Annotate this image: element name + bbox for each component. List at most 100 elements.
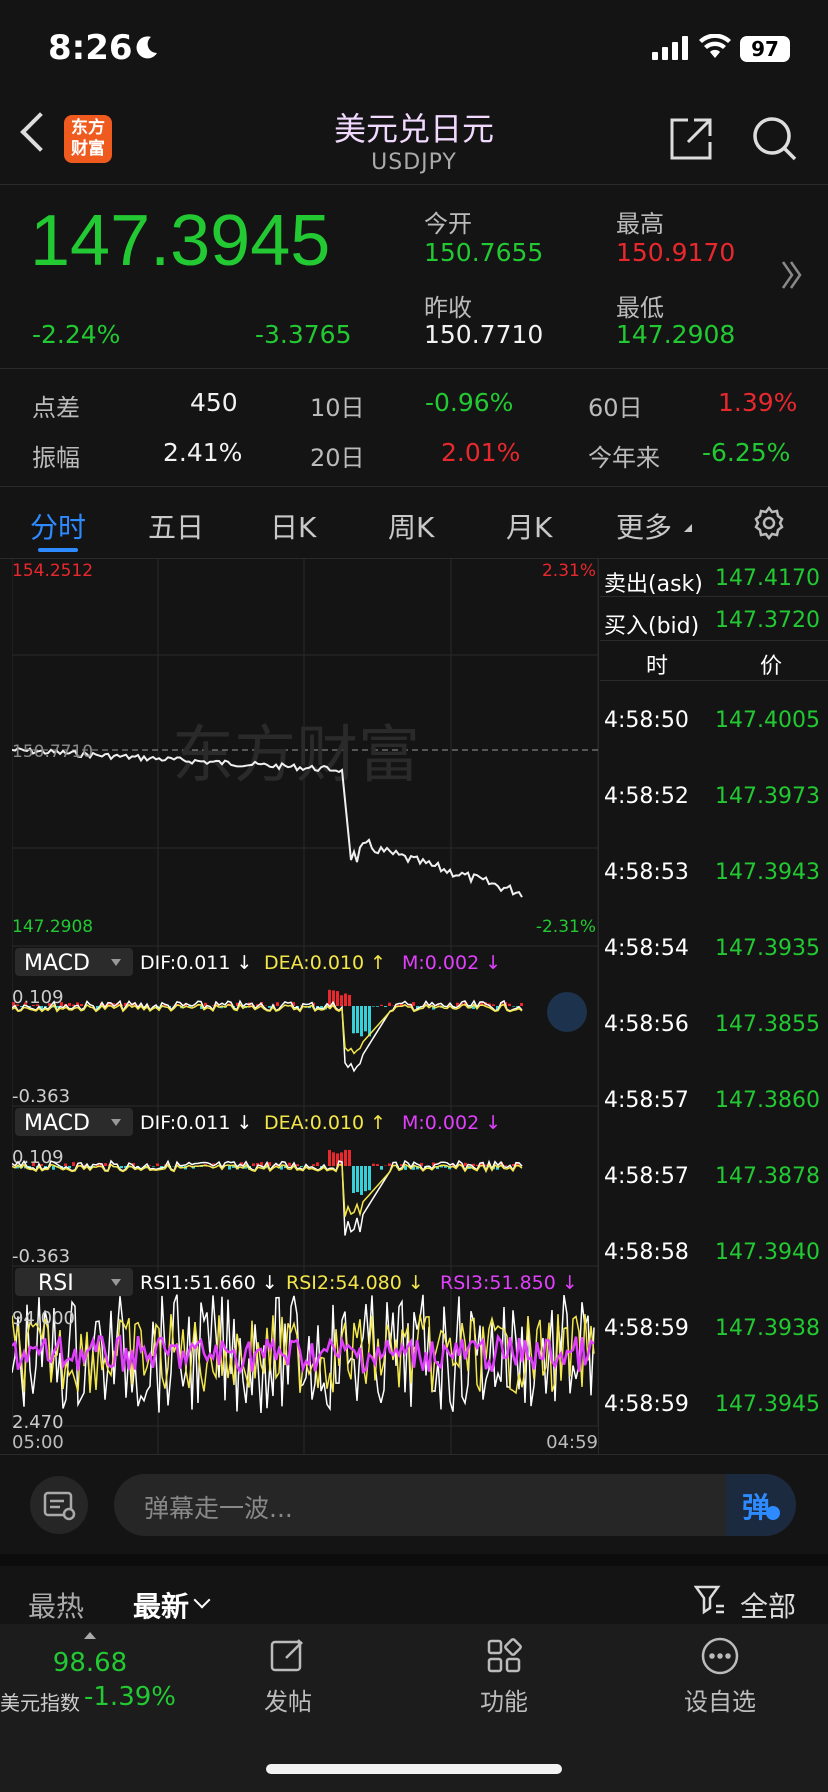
amplitude-label: 振幅 — [32, 444, 80, 472]
signal-icon — [652, 36, 690, 64]
low-value: 147.2908 — [616, 320, 736, 349]
tab-daily-k[interactable]: 日K — [270, 506, 316, 546]
macd-bar — [344, 993, 347, 1006]
macd-bar — [52, 1166, 55, 1170]
tab-more[interactable]: 更多 — [616, 506, 672, 546]
macd-dif-1: DIF:0.011 ↓ — [140, 952, 252, 974]
current-price: 147.3945 — [30, 201, 331, 281]
macd-bar — [60, 1002, 63, 1006]
macd-bar — [104, 1163, 107, 1166]
amplitude-value: 2.41% — [163, 438, 243, 467]
chevron-down-icon[interactable] — [193, 1591, 211, 1609]
ticker-time: 4:58:52 — [604, 784, 689, 809]
nav-post[interactable]: 发帖 — [228, 1636, 348, 1717]
open-value: 150.7655 — [424, 238, 544, 267]
pct-axis-high: 2.31% — [542, 561, 596, 581]
nav-functions[interactable]: 功能 — [444, 1636, 564, 1717]
expand-caret-icon — [84, 1632, 96, 1639]
feed-filter-all[interactable]: 全部 — [740, 1585, 796, 1625]
macd-name-1: MACD — [24, 951, 90, 976]
search-icon[interactable] — [752, 116, 798, 166]
grid-icon — [487, 1638, 522, 1673]
filter-icon[interactable] — [693, 1584, 726, 1622]
feed-tab-latest[interactable]: 最新 — [133, 1585, 189, 1625]
macd-bar — [32, 1004, 35, 1006]
macd-bar — [16, 1004, 19, 1006]
ytd-label: 今年来 — [588, 444, 660, 472]
d20-value: 2.01% — [441, 438, 521, 467]
macd-bar — [156, 1163, 159, 1166]
macd-bar — [356, 1006, 359, 1034]
macd-bar — [388, 1163, 391, 1166]
ticker-time: 4:58:57 — [604, 1164, 689, 1189]
price-axis-mid: 150.7710 — [12, 742, 93, 762]
macd-bar — [72, 1162, 75, 1166]
macd-bar — [368, 1006, 371, 1037]
usd-index-change[interactable]: -1.39% — [84, 1682, 176, 1712]
comment-input[interactable]: 弹幕走一波... 弹 — [114, 1474, 796, 1536]
macd-bar — [328, 989, 331, 1006]
macd-bar — [228, 1166, 231, 1170]
feed-tab-hot[interactable]: 最热 — [28, 1585, 84, 1625]
col-price: 价 — [760, 654, 783, 679]
ticker-time: 4:58:58 — [604, 1240, 689, 1265]
spread-value: 450 — [190, 388, 238, 417]
macd-dea-line-1 — [12, 1003, 523, 1055]
macd-bar — [376, 1164, 379, 1166]
divider — [0, 368, 828, 369]
d60-label: 60日 — [588, 394, 643, 422]
macd-bar — [344, 1149, 347, 1166]
nav-post-label: 发帖 — [264, 1688, 312, 1716]
macd-bar — [352, 1166, 355, 1193]
nav-functions-label: 功能 — [480, 1688, 528, 1716]
bid-label: 买入(bid) — [604, 614, 700, 639]
macd-bar — [64, 1163, 67, 1166]
danmu-send-button[interactable]: 弹 — [726, 1474, 796, 1536]
ticker-price: 147.3855 — [715, 1012, 820, 1037]
d10-value: -0.96% — [425, 388, 514, 417]
wifi-icon — [698, 33, 732, 64]
ticker-price: 147.3935 — [715, 936, 820, 961]
macd-bar — [120, 1166, 123, 1169]
macd-dea-1: DEA:0.010 ↑ — [264, 952, 386, 974]
chevron-right-icon[interactable] — [780, 258, 804, 296]
ask-label: 卖出(ask) — [604, 572, 703, 597]
tab-monthly-k[interactable]: 月K — [506, 506, 552, 546]
macd-bar — [44, 1006, 47, 1007]
macd-dif-2: DIF:0.011 ↓ — [140, 1112, 252, 1134]
tab-intraday[interactable]: 分时 — [30, 506, 86, 546]
danmaku-toggle-button[interactable] — [30, 1476, 88, 1534]
macd-bar — [316, 1162, 319, 1166]
macd-bar — [300, 1166, 303, 1167]
status-time: 8:26 — [48, 28, 133, 68]
danmu-label: 弹 — [742, 1491, 771, 1524]
intraday-chart[interactable]: 东方财富 154.2512 150.7710 147.2908 2.31% -2… — [12, 558, 598, 1454]
macd-bar — [520, 1002, 523, 1006]
rsi1-value: RSI1:51.660 ↓ — [140, 1272, 278, 1294]
macd-bar — [288, 1162, 291, 1166]
macd-bar — [360, 1166, 363, 1195]
time-axis-start: 05:00 — [12, 1432, 64, 1453]
nav-watchlist[interactable]: 设自选 — [660, 1636, 780, 1717]
share-icon[interactable] — [668, 116, 714, 166]
macd-dea-line-2 — [12, 1163, 523, 1218]
tab-weekly-k[interactable]: 周K — [388, 506, 434, 546]
macd-bar — [508, 1003, 511, 1006]
macd-bar — [368, 1166, 371, 1191]
macd-bar — [372, 1163, 375, 1166]
ticker-price: 147.4005 — [715, 708, 820, 733]
tab-five-day[interactable]: 五日 — [148, 506, 204, 546]
chart-watermark: 东方财富 — [172, 718, 420, 791]
battery-level: 97 — [751, 37, 779, 61]
macd-bar — [80, 1004, 83, 1006]
macd-bar — [492, 1004, 495, 1006]
usd-index-name[interactable]: 美元指数 — [0, 1687, 80, 1716]
rsi-name: RSI — [38, 1271, 74, 1296]
chart-float-button[interactable] — [547, 992, 587, 1032]
ticker-time: 4:58:53 — [604, 860, 689, 885]
ticker-time: 4:58:56 — [604, 1012, 689, 1037]
macd-bar — [312, 1164, 315, 1166]
settings-gear-icon[interactable] — [752, 505, 786, 544]
usd-index-value[interactable]: 98.68 — [0, 1648, 180, 1678]
high-value: 150.9170 — [616, 238, 736, 267]
